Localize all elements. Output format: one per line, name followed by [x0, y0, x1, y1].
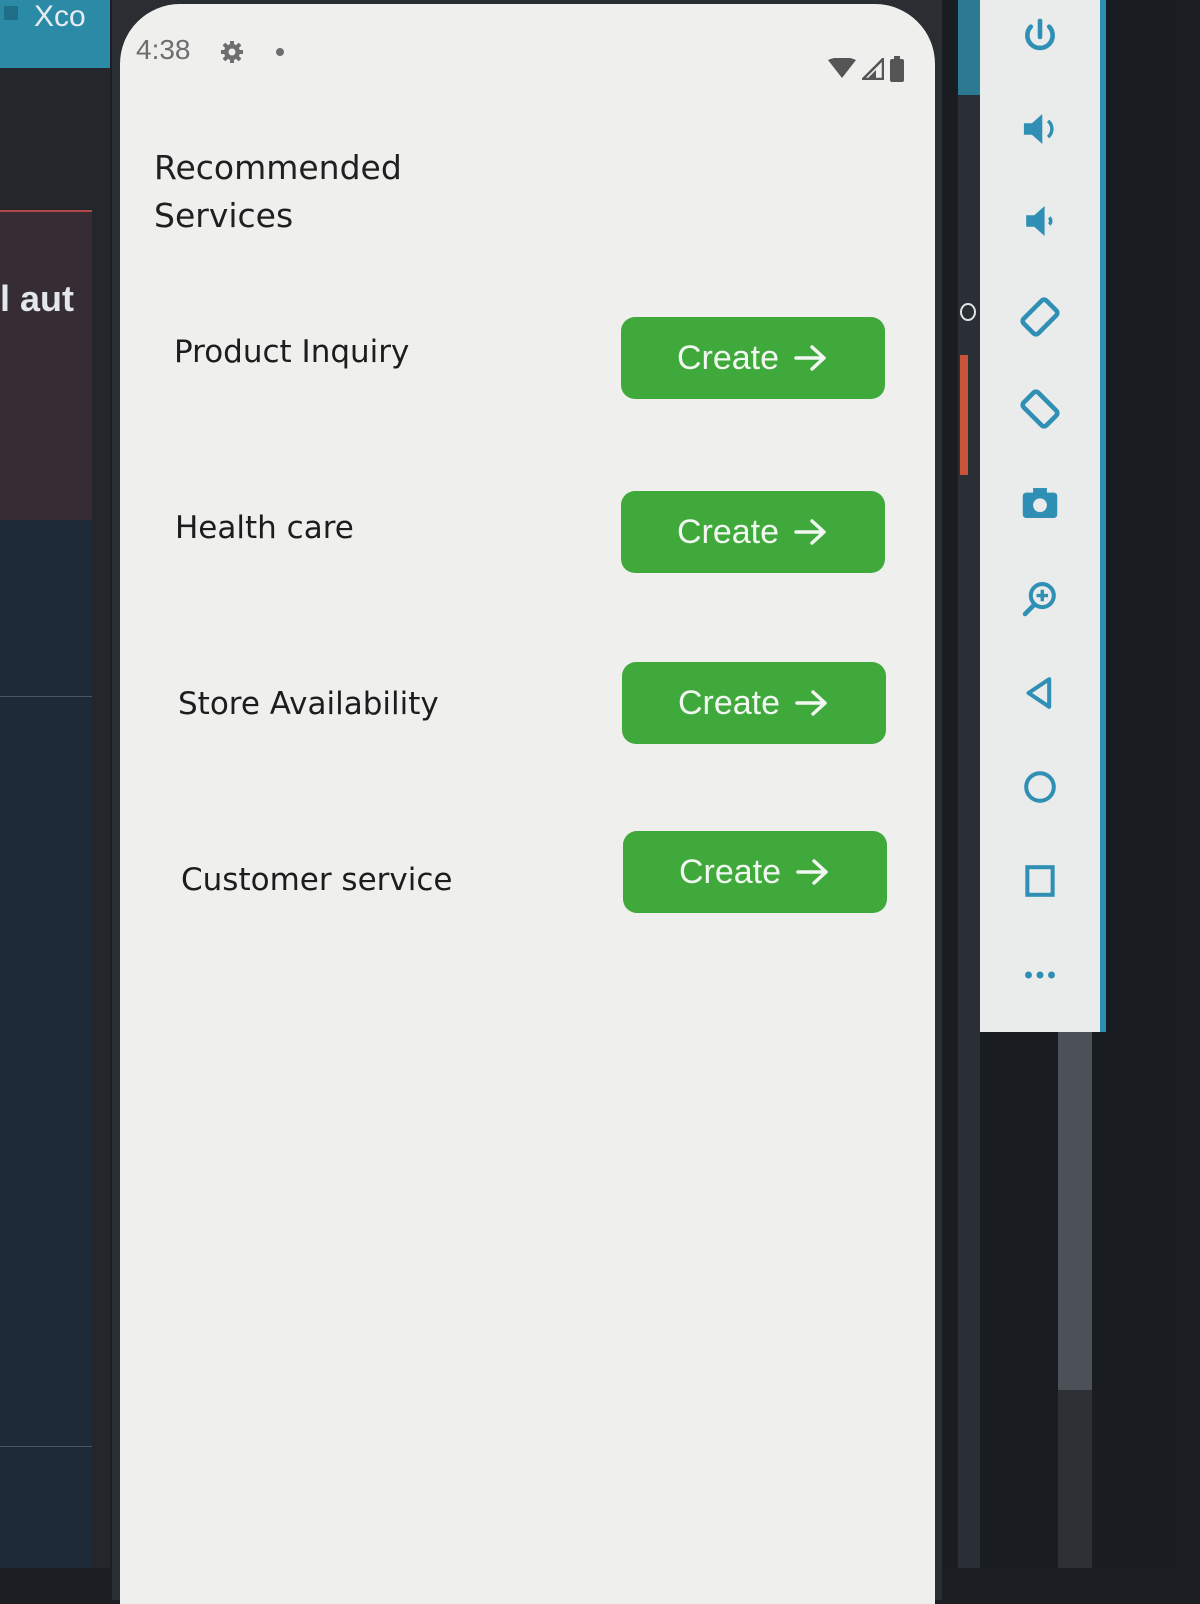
service-label-customer-service: Customer service: [181, 862, 453, 898]
ide-divider: [0, 1446, 92, 1447]
battery-icon: [890, 56, 904, 82]
service-label-health-care: Health care: [175, 510, 354, 546]
ide-left-panel: Xco l aut: [0, 0, 110, 1568]
create-button-health-care[interactable]: Create: [621, 491, 885, 573]
rotate-right-icon[interactable]: [980, 374, 1100, 444]
ide-window-title: Xco: [34, 0, 86, 33]
arrow-right-icon: [795, 857, 831, 887]
arrow-right-icon: [794, 688, 830, 718]
volume-up-icon[interactable]: [980, 94, 1100, 164]
more-icon[interactable]: [980, 940, 1100, 1010]
service-label-product-inquiry: Product Inquiry: [174, 334, 410, 370]
rotate-left-icon[interactable]: [980, 282, 1100, 352]
status-time: 4:38: [136, 34, 191, 65]
wifi-icon: [828, 58, 856, 80]
camera-icon[interactable]: [980, 468, 1100, 538]
create-button-label: Create: [677, 683, 781, 722]
ide-scrollbar[interactable]: [1058, 1030, 1092, 1390]
home-icon[interactable]: [980, 752, 1100, 822]
create-button-label: Create: [676, 512, 780, 551]
power-icon[interactable]: [980, 2, 1100, 72]
zoom-icon[interactable]: [980, 564, 1100, 634]
ide-code-text: l aut: [0, 278, 75, 319]
page-title: Recommended Services: [154, 148, 402, 235]
cell-signal-icon: [862, 58, 884, 80]
create-button-label: Create: [678, 852, 782, 891]
overview-icon[interactable]: [980, 846, 1100, 916]
ide-editor-region: [0, 210, 92, 524]
ide-error-marker: [960, 355, 968, 475]
ide-right-tab: [958, 0, 980, 95]
emulator-toolbar: [980, 0, 1106, 1032]
back-icon[interactable]: [980, 658, 1100, 728]
notification-dot-icon: [276, 48, 284, 56]
arrow-right-icon: [793, 517, 829, 547]
create-button-label: Create: [676, 338, 780, 377]
create-button-customer-service[interactable]: Create: [623, 831, 887, 913]
ide-circle-marker: [960, 303, 976, 321]
create-button-store-availability[interactable]: Create: [622, 662, 886, 744]
arrow-right-icon: [793, 343, 829, 373]
settings-gear-icon: [218, 38, 246, 66]
ide-titlebar: Xco: [0, 0, 110, 68]
service-label-store-availability: Store Availability: [178, 686, 439, 722]
phone-screen: 4:38 Recommended Services Product Inquir…: [120, 4, 935, 1604]
volume-down-icon[interactable]: [980, 186, 1100, 256]
ide-lower-panel: [0, 520, 92, 1568]
ide-app-icon: [4, 6, 18, 20]
ide-scrollbar-lower: [1058, 1390, 1092, 1568]
ide-right-strip: [958, 0, 980, 1568]
ide-divider: [0, 696, 92, 697]
create-button-product-inquiry[interactable]: Create: [621, 317, 885, 399]
status-icons: [828, 56, 904, 82]
